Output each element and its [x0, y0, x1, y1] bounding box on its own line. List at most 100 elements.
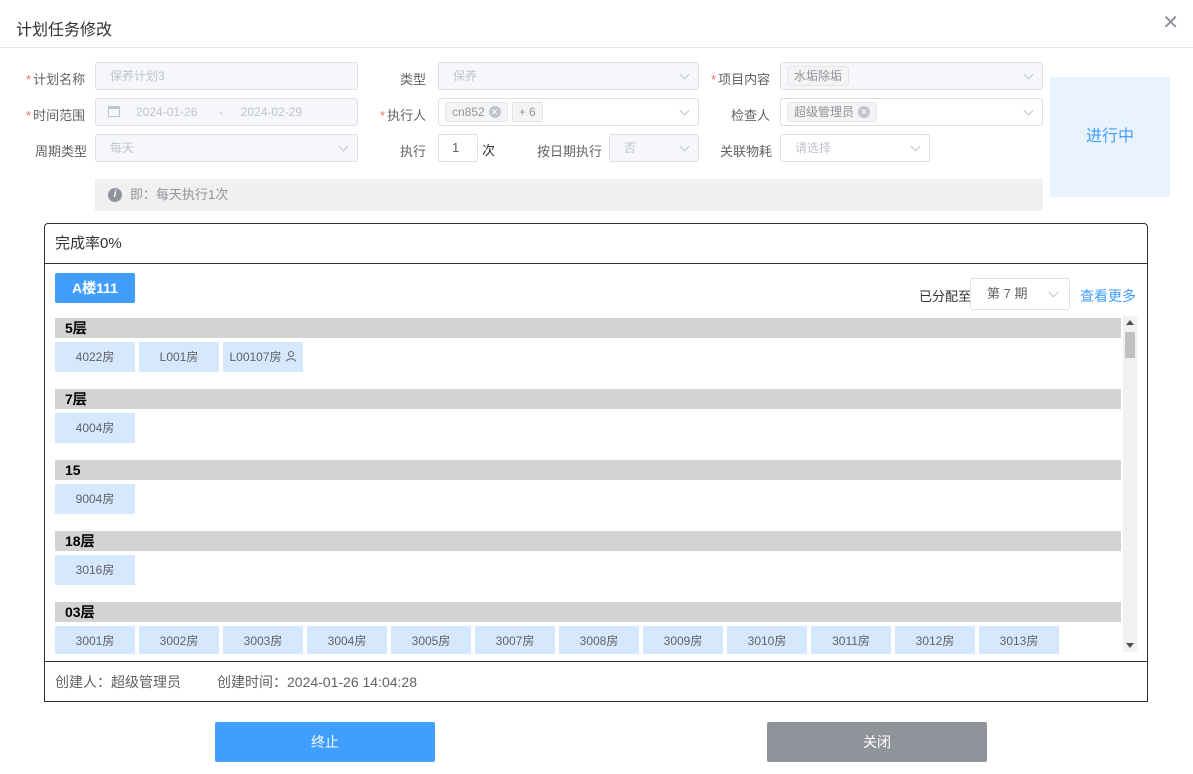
- room-label: 3016房: [75, 563, 115, 577]
- item-content-tag: 水垢除垢: [787, 66, 850, 86]
- item-content-label: * 项目内容: [711, 72, 771, 87]
- dialog-title: 计划任务修改: [16, 22, 113, 39]
- executor-tag[interactable]: cn852 ✕: [445, 102, 508, 122]
- chevron-down-icon: [1023, 105, 1034, 116]
- room-item[interactable]: 3007房: [475, 626, 555, 654]
- room-item[interactable]: 3004房: [307, 626, 387, 654]
- room-list: 4004房: [55, 413, 1121, 451]
- cycle-type-label: 周期类型: [35, 144, 88, 159]
- chevron-down-icon: [1048, 287, 1059, 298]
- scrollbar[interactable]: [1123, 316, 1137, 652]
- plan-name-label: * 计划名称: [26, 72, 86, 87]
- room-label: 9004房: [75, 492, 115, 506]
- scroll-up-icon[interactable]: [1126, 320, 1134, 325]
- floor-header: 5层: [55, 318, 1121, 338]
- room-label: 3009房: [663, 634, 703, 648]
- dialog-header: 计划任务修改 ✕: [0, 0, 1193, 48]
- room-item[interactable]: 3005房: [391, 626, 471, 654]
- created-time-text: 创建时间：2024-01-26 14:04:28: [217, 674, 417, 690]
- room-item[interactable]: 3002房: [139, 626, 219, 654]
- room-item[interactable]: 4004房: [55, 413, 135, 443]
- user-icon: [285, 351, 296, 362]
- room-label: 3001房: [75, 634, 115, 648]
- item-content-select[interactable]: 水垢除垢: [780, 62, 1043, 90]
- time-range-end: 2024-02-29: [240, 105, 303, 119]
- room-item[interactable]: 3013房: [979, 626, 1059, 654]
- stop-button[interactable]: 终止: [215, 722, 435, 762]
- scroll-down-icon[interactable]: [1126, 643, 1134, 648]
- scroll-thumb[interactable]: [1125, 332, 1135, 358]
- room-item[interactable]: 3009房: [643, 626, 723, 654]
- room-list: 3016房: [55, 555, 1121, 593]
- execute-unit: 次: [482, 143, 496, 158]
- room-label: 3013房: [999, 634, 1039, 648]
- chevron-down-icon: [679, 141, 690, 152]
- time-range-start: 2024-01-26: [136, 105, 198, 119]
- period-select[interactable]: 第 7 期: [970, 278, 1070, 310]
- room-list: 9004房: [55, 484, 1121, 522]
- hint-bar: i 即：每天执行1次: [95, 179, 1043, 211]
- building-button[interactable]: A楼111: [55, 273, 135, 303]
- plan-name-input[interactable]: 保养计划3: [95, 62, 358, 90]
- creator-text: 创建人：超级管理员: [55, 674, 181, 690]
- tag-close-icon[interactable]: ✕: [488, 105, 501, 118]
- room-label: 3002房: [159, 634, 199, 648]
- room-item[interactable]: 4022房: [55, 342, 135, 372]
- status-badge: 进行中: [1050, 77, 1170, 197]
- materials-select[interactable]: 请选择: [780, 134, 930, 162]
- inspector-label: 检查人: [731, 108, 771, 123]
- type-select[interactable]: 保养: [438, 62, 699, 90]
- rooms-panel: 完成率0% A楼111 已分配至 第 7 期 查看更多 5层 4022房 L001房…: [44, 223, 1148, 702]
- time-range-separator: -: [218, 105, 223, 119]
- chevron-down-icon: [338, 141, 349, 152]
- view-more-link[interactable]: 查看更多: [1080, 286, 1136, 306]
- room-item[interactable]: 3010房: [727, 626, 807, 654]
- room-list: 4022房 L001房 L00107房: [55, 342, 1121, 380]
- chevron-down-icon: [910, 141, 921, 152]
- floor-header: 15: [55, 460, 1121, 480]
- room-label: 3010房: [747, 634, 787, 648]
- room-label: L00107房: [229, 350, 282, 364]
- executor-label: * 执行人: [380, 108, 427, 123]
- room-label: 3004房: [327, 634, 367, 648]
- floor-header: 18层: [55, 531, 1121, 551]
- room-item[interactable]: L00107房: [223, 342, 303, 372]
- room-item[interactable]: 3001房: [55, 626, 135, 654]
- room-label: 3012房: [915, 634, 955, 648]
- chevron-down-icon: [679, 105, 690, 116]
- close-button[interactable]: 关闭: [767, 722, 987, 762]
- room-item[interactable]: 3012房: [895, 626, 975, 654]
- chevron-down-icon: [679, 69, 690, 80]
- room-item[interactable]: 9004房: [55, 484, 135, 514]
- floor-list[interactable]: 5层 4022房 L001房 L00107房 7层 4004房 15 9004房 18层 3016…: [55, 318, 1121, 654]
- floor-header: 7层: [55, 389, 1121, 409]
- type-label: 类型: [400, 72, 427, 87]
- by-date-select[interactable]: 否: [609, 134, 699, 162]
- room-label: L001房: [159, 350, 199, 364]
- tag-close-icon[interactable]: ✕: [858, 105, 871, 118]
- executor-more-tag: + 6: [511, 102, 543, 122]
- execute-label: 执行: [400, 144, 427, 159]
- chevron-down-icon: [1023, 69, 1034, 80]
- calendar-icon: [108, 106, 120, 118]
- room-label: 4004房: [75, 421, 115, 435]
- inspector-tag[interactable]: 超级管理员 ✕: [787, 102, 878, 122]
- time-range-picker[interactable]: 2024-01-26 - 2024-02-29: [95, 98, 358, 126]
- room-item[interactable]: 3011房: [811, 626, 891, 654]
- floor-header: 03层: [55, 602, 1121, 622]
- room-item[interactable]: L001房: [139, 342, 219, 372]
- room-item[interactable]: 3016房: [55, 555, 135, 585]
- time-range-label: * 时间范围: [26, 108, 86, 123]
- close-icon[interactable]: ✕: [1162, 13, 1179, 33]
- room-item[interactable]: 3008房: [559, 626, 639, 654]
- completion-rate: 完成率0%: [45, 224, 1147, 264]
- room-list: 3001房 3002房 3003房 3004房 3005房 3007房 3008房 3009房…: [55, 626, 1121, 654]
- info-icon: i: [108, 187, 122, 202]
- room-item[interactable]: 3003房: [223, 626, 303, 654]
- executor-select[interactable]: cn852 ✕ + 6: [438, 98, 699, 126]
- cycle-type-select[interactable]: 每天: [95, 134, 358, 162]
- inspector-select[interactable]: 超级管理员 ✕: [780, 98, 1043, 126]
- room-label: 3008房: [579, 634, 619, 648]
- execute-count-input[interactable]: 1: [438, 134, 478, 162]
- room-label: 3005房: [411, 634, 451, 648]
